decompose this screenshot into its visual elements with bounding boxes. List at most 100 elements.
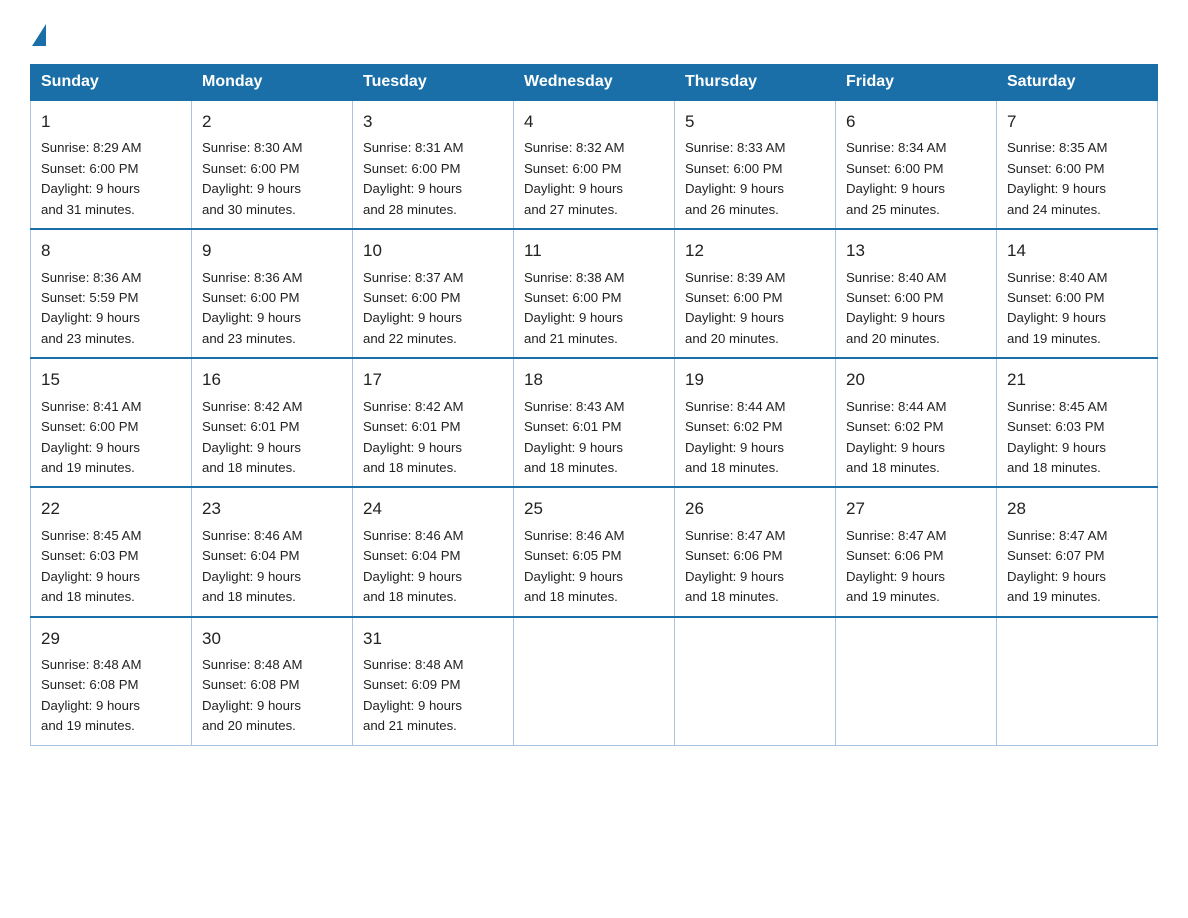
calendar-cell: 11 Sunrise: 8:38 AM Sunset: 6:00 PM Dayli… bbox=[514, 229, 675, 358]
day-info: Sunrise: 8:48 AM Sunset: 6:09 PM Dayligh… bbox=[363, 655, 503, 737]
day-number: 22 bbox=[41, 496, 181, 522]
page-header bbox=[30, 20, 1158, 46]
day-number: 16 bbox=[202, 367, 342, 393]
day-number: 4 bbox=[524, 109, 664, 135]
calendar-cell: 16 Sunrise: 8:42 AM Sunset: 6:01 PM Dayli… bbox=[192, 358, 353, 487]
weekday-header-monday: Monday bbox=[192, 65, 353, 101]
day-info: Sunrise: 8:42 AM Sunset: 6:01 PM Dayligh… bbox=[202, 397, 342, 479]
calendar-cell: 10Sunrise: 8:37 AM Sunset: 6:00 PM Dayli… bbox=[353, 229, 514, 358]
calendar-cell bbox=[514, 617, 675, 746]
calendar-cell: 31 Sunrise: 8:48 AM Sunset: 6:09 PM Dayli… bbox=[353, 617, 514, 746]
calendar-cell: 5Sunrise: 8:33 AM Sunset: 6:00 PM Daylig… bbox=[675, 100, 836, 229]
calendar-cell: 9 Sunrise: 8:36 AM Sunset: 6:00 PM Daylig… bbox=[192, 229, 353, 358]
day-info: Sunrise: 8:46 AM Sunset: 6:05 PM Dayligh… bbox=[524, 526, 664, 608]
day-number: 7 bbox=[1007, 109, 1147, 135]
day-info: Sunrise: 8:43 AM Sunset: 6:01 PM Dayligh… bbox=[524, 397, 664, 479]
week-row-1: 1 Sunrise: 8:29 AM Sunset: 6:00 PM Daylig… bbox=[31, 100, 1158, 229]
day-info: Sunrise: 8:34 AM Sunset: 6:00 PM Dayligh… bbox=[846, 138, 986, 220]
day-number: 23 bbox=[202, 496, 342, 522]
day-info: Sunrise: 8:40 AM Sunset: 6:00 PM Dayligh… bbox=[846, 268, 986, 350]
day-info: Sunrise: 8:37 AM Sunset: 6:00 PM Dayligh… bbox=[363, 268, 503, 350]
day-number: 18 bbox=[524, 367, 664, 393]
calendar-cell: 13 Sunrise: 8:40 AM Sunset: 6:00 PM Dayli… bbox=[836, 229, 997, 358]
calendar-cell: 12 Sunrise: 8:39 AM Sunset: 6:00 PM Dayli… bbox=[675, 229, 836, 358]
day-number: 27 bbox=[846, 496, 986, 522]
weekday-header-tuesday: Tuesday bbox=[353, 65, 514, 101]
calendar-cell bbox=[997, 617, 1158, 746]
day-number: 3 bbox=[363, 109, 503, 135]
calendar-cell: 18 Sunrise: 8:43 AM Sunset: 6:01 PM Dayli… bbox=[514, 358, 675, 487]
day-info: Sunrise: 8:33 AM Sunset: 6:00 PM Dayligh… bbox=[685, 138, 825, 220]
day-number: 28 bbox=[1007, 496, 1147, 522]
week-row-3: 15Sunrise: 8:41 AM Sunset: 6:00 PM Dayli… bbox=[31, 358, 1158, 487]
calendar-cell: 2Sunrise: 8:30 AM Sunset: 6:00 PM Daylig… bbox=[192, 100, 353, 229]
calendar-cell: 29Sunrise: 8:48 AM Sunset: 6:08 PM Dayli… bbox=[31, 617, 192, 746]
calendar-cell: 7 Sunrise: 8:35 AM Sunset: 6:00 PM Daylig… bbox=[997, 100, 1158, 229]
calendar-cell: 3Sunrise: 8:31 AM Sunset: 6:00 PM Daylig… bbox=[353, 100, 514, 229]
calendar-cell: 23 Sunrise: 8:46 AM Sunset: 6:04 PM Dayli… bbox=[192, 487, 353, 616]
day-number: 20 bbox=[846, 367, 986, 393]
day-info: Sunrise: 8:35 AM Sunset: 6:00 PM Dayligh… bbox=[1007, 138, 1147, 220]
day-number: 11 bbox=[524, 238, 664, 264]
day-number: 12 bbox=[685, 238, 825, 264]
calendar-cell: 8 Sunrise: 8:36 AM Sunset: 5:59 PM Daylig… bbox=[31, 229, 192, 358]
calendar-cell: 6 Sunrise: 8:34 AM Sunset: 6:00 PM Daylig… bbox=[836, 100, 997, 229]
day-info: Sunrise: 8:29 AM Sunset: 6:00 PM Dayligh… bbox=[41, 138, 181, 220]
day-info: Sunrise: 8:36 AM Sunset: 6:00 PM Dayligh… bbox=[202, 268, 342, 350]
weekday-header-friday: Friday bbox=[836, 65, 997, 101]
day-number: 9 bbox=[202, 238, 342, 264]
calendar-cell: 21 Sunrise: 8:45 AM Sunset: 6:03 PM Dayli… bbox=[997, 358, 1158, 487]
calendar-cell: 27 Sunrise: 8:47 AM Sunset: 6:06 PM Dayli… bbox=[836, 487, 997, 616]
weekday-header-row: SundayMondayTuesdayWednesdayThursdayFrid… bbox=[31, 65, 1158, 101]
calendar-cell: 19 Sunrise: 8:44 AM Sunset: 6:02 PM Dayli… bbox=[675, 358, 836, 487]
calendar-cell: 26 Sunrise: 8:47 AM Sunset: 6:06 PM Dayli… bbox=[675, 487, 836, 616]
calendar-cell: 30 Sunrise: 8:48 AM Sunset: 6:08 PM Dayli… bbox=[192, 617, 353, 746]
day-info: Sunrise: 8:47 AM Sunset: 6:06 PM Dayligh… bbox=[685, 526, 825, 608]
week-row-4: 22 Sunrise: 8:45 AM Sunset: 6:03 PM Dayli… bbox=[31, 487, 1158, 616]
day-number: 30 bbox=[202, 626, 342, 652]
day-number: 17 bbox=[363, 367, 503, 393]
calendar-cell: 14Sunrise: 8:40 AM Sunset: 6:00 PM Dayli… bbox=[997, 229, 1158, 358]
day-number: 31 bbox=[363, 626, 503, 652]
day-number: 6 bbox=[846, 109, 986, 135]
calendar-cell: 28 Sunrise: 8:47 AM Sunset: 6:07 PM Dayli… bbox=[997, 487, 1158, 616]
day-number: 19 bbox=[685, 367, 825, 393]
day-info: Sunrise: 8:42 AM Sunset: 6:01 PM Dayligh… bbox=[363, 397, 503, 479]
logo bbox=[30, 20, 46, 46]
day-info: Sunrise: 8:36 AM Sunset: 5:59 PM Dayligh… bbox=[41, 268, 181, 350]
day-info: Sunrise: 8:46 AM Sunset: 6:04 PM Dayligh… bbox=[202, 526, 342, 608]
day-info: Sunrise: 8:44 AM Sunset: 6:02 PM Dayligh… bbox=[685, 397, 825, 479]
day-info: Sunrise: 8:48 AM Sunset: 6:08 PM Dayligh… bbox=[202, 655, 342, 737]
day-info: Sunrise: 8:39 AM Sunset: 6:00 PM Dayligh… bbox=[685, 268, 825, 350]
calendar-cell bbox=[836, 617, 997, 746]
calendar-cell: 22 Sunrise: 8:45 AM Sunset: 6:03 PM Dayli… bbox=[31, 487, 192, 616]
day-info: Sunrise: 8:47 AM Sunset: 6:07 PM Dayligh… bbox=[1007, 526, 1147, 608]
calendar-cell bbox=[675, 617, 836, 746]
day-number: 8 bbox=[41, 238, 181, 264]
day-number: 26 bbox=[685, 496, 825, 522]
calendar-cell: 20Sunrise: 8:44 AM Sunset: 6:02 PM Dayli… bbox=[836, 358, 997, 487]
calendar-cell: 25 Sunrise: 8:46 AM Sunset: 6:05 PM Dayli… bbox=[514, 487, 675, 616]
day-info: Sunrise: 8:38 AM Sunset: 6:00 PM Dayligh… bbox=[524, 268, 664, 350]
day-number: 1 bbox=[41, 109, 181, 135]
logo-triangle-icon bbox=[32, 24, 46, 46]
day-info: Sunrise: 8:47 AM Sunset: 6:06 PM Dayligh… bbox=[846, 526, 986, 608]
day-number: 24 bbox=[363, 496, 503, 522]
day-number: 13 bbox=[846, 238, 986, 264]
calendar-cell: 17 Sunrise: 8:42 AM Sunset: 6:01 PM Dayli… bbox=[353, 358, 514, 487]
day-info: Sunrise: 8:46 AM Sunset: 6:04 PM Dayligh… bbox=[363, 526, 503, 608]
weekday-header-saturday: Saturday bbox=[997, 65, 1158, 101]
weekday-header-thursday: Thursday bbox=[675, 65, 836, 101]
day-number: 21 bbox=[1007, 367, 1147, 393]
day-info: Sunrise: 8:45 AM Sunset: 6:03 PM Dayligh… bbox=[41, 526, 181, 608]
day-info: Sunrise: 8:32 AM Sunset: 6:00 PM Dayligh… bbox=[524, 138, 664, 220]
calendar-table: SundayMondayTuesdayWednesdayThursdayFrid… bbox=[30, 64, 1158, 746]
week-row-2: 8 Sunrise: 8:36 AM Sunset: 5:59 PM Daylig… bbox=[31, 229, 1158, 358]
weekday-header-wednesday: Wednesday bbox=[514, 65, 675, 101]
calendar-cell: 15Sunrise: 8:41 AM Sunset: 6:00 PM Dayli… bbox=[31, 358, 192, 487]
day-number: 25 bbox=[524, 496, 664, 522]
day-info: Sunrise: 8:48 AM Sunset: 6:08 PM Dayligh… bbox=[41, 655, 181, 737]
day-info: Sunrise: 8:41 AM Sunset: 6:00 PM Dayligh… bbox=[41, 397, 181, 479]
day-info: Sunrise: 8:45 AM Sunset: 6:03 PM Dayligh… bbox=[1007, 397, 1147, 479]
weekday-header-sunday: Sunday bbox=[31, 65, 192, 101]
